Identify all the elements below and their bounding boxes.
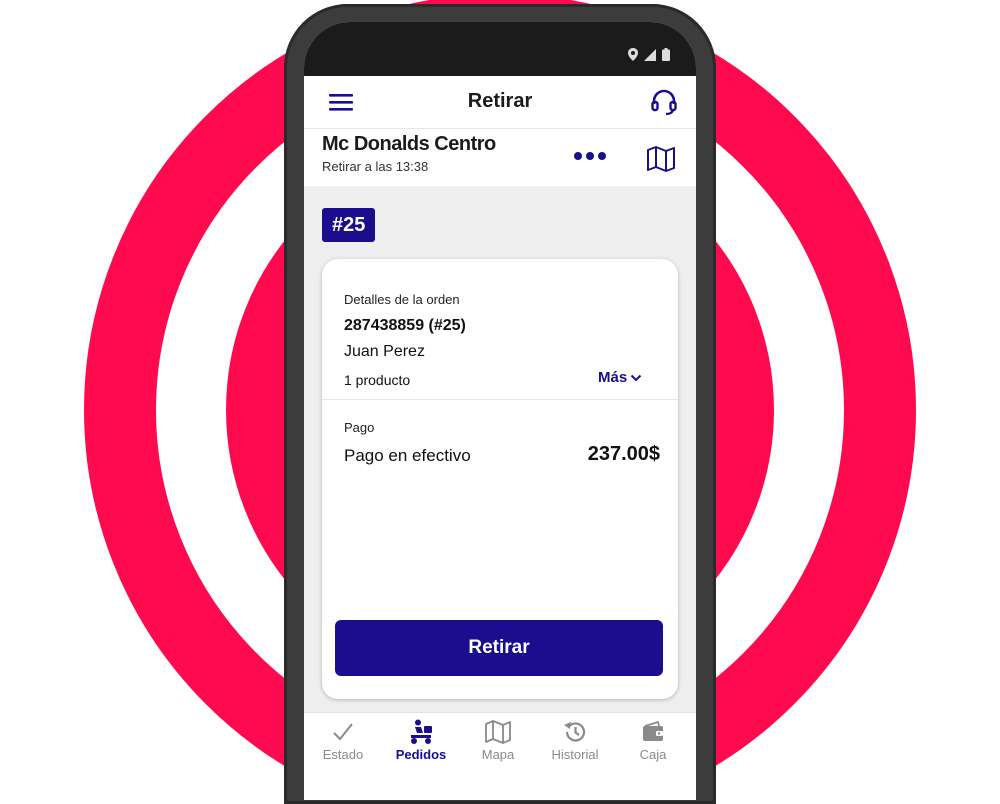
divider [322, 399, 678, 400]
nav-label-pedidos: Pedidos [395, 747, 447, 762]
bottom-navigation: Estado Pedidos Mapa Historial Caja [304, 712, 696, 800]
order-card: Detalles de la orden 287438859 (#25) Jua… [322, 259, 678, 699]
nav-item-pedidos[interactable]: Pedidos [386, 719, 456, 762]
payment-amount: 237.00$ [587, 443, 660, 465]
product-count: 1 producto [344, 372, 411, 388]
more-button[interactable]: Más [598, 369, 642, 386]
payment-label: Pago [344, 420, 375, 435]
map-icon[interactable] [646, 145, 676, 173]
content-area: #25 Detalles de la orden 287438859 (#25)… [304, 186, 696, 712]
app-bar: Retirar [304, 76, 696, 129]
status-bar [304, 22, 696, 76]
customer-name: Juan Perez [344, 343, 425, 360]
nav-label-caja: Caja [639, 747, 667, 762]
check-icon [333, 723, 353, 741]
store-name: Mc Donalds Centro [322, 133, 496, 155]
chevron-down-icon [630, 374, 642, 381]
nav-item-mapa[interactable]: Mapa [463, 719, 533, 762]
battery-icon [662, 48, 670, 61]
more-dots-icon[interactable] [574, 149, 610, 163]
location-icon [628, 48, 638, 61]
signal-icon [644, 48, 656, 61]
retirar-button[interactable]: Retirar [335, 620, 663, 676]
phone-screen: Retirar Mc Donalds Centro Retirar a las … [304, 22, 696, 800]
map-icon [485, 720, 511, 744]
nav-item-caja[interactable]: Caja [618, 719, 688, 762]
order-number-badge: #25 [322, 208, 376, 242]
store-header: Mc Donalds Centro Retirar a las 13:38 [304, 129, 696, 185]
more-label: Más [598, 369, 628, 386]
pickup-time: Retirar a las 13:38 [322, 159, 429, 174]
order-details-label: Detalles de la orden [344, 292, 460, 307]
headset-icon[interactable] [650, 88, 678, 116]
nav-item-historial[interactable]: Historial [540, 719, 610, 762]
nav-item-estado[interactable]: Estado [308, 719, 378, 762]
payment-method: Pago en efectivo [344, 446, 471, 465]
nav-label-mapa: Mapa [481, 747, 515, 762]
wallet-icon [643, 720, 663, 741]
order-id: 287438859 (#25) [344, 317, 466, 334]
nav-label-historial: Historial [551, 747, 599, 762]
delivery-scooter-icon [411, 719, 432, 744]
nav-label-estado: Estado [322, 747, 364, 762]
history-icon [564, 722, 586, 742]
page-title: Retirar [467, 90, 533, 112]
